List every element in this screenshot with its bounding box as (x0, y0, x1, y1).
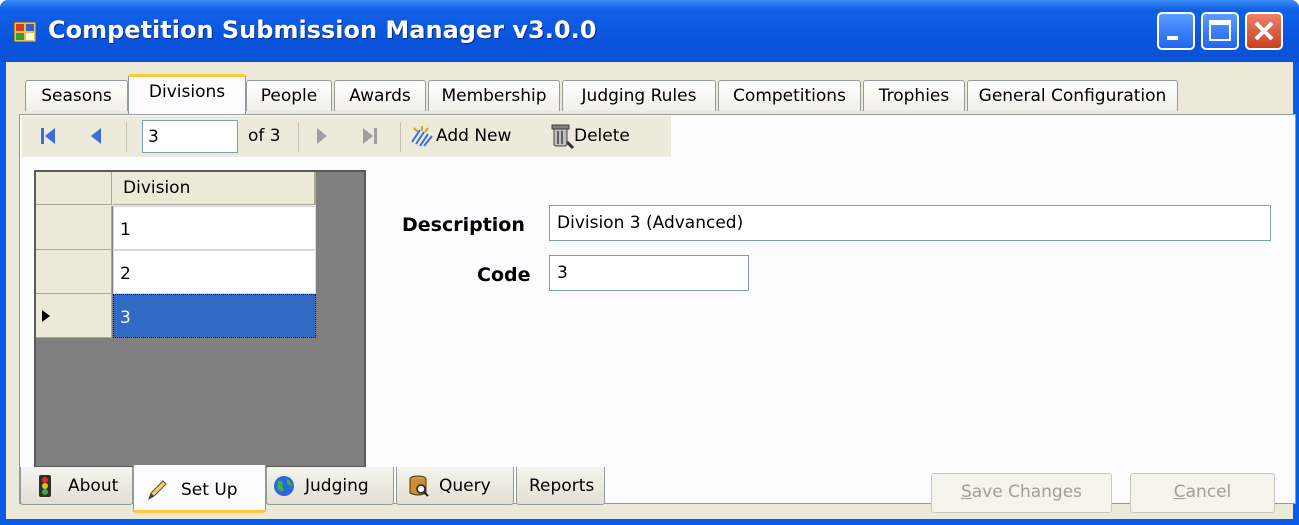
grid-cell-selected[interactable]: 3 (113, 294, 316, 338)
move-next-icon[interactable] (310, 122, 334, 150)
row-header[interactable] (36, 250, 112, 294)
cancel-button[interactable]: Cancel (1130, 473, 1275, 513)
tab-label: General Configuration (978, 86, 1167, 106)
tab-label: Membership (441, 86, 547, 106)
add-new-icon (411, 126, 433, 147)
move-first-icon[interactable] (36, 122, 60, 150)
count-label: of 3 (248, 126, 281, 146)
binding-navigator: 3 of 3 Add New Delete (22, 116, 671, 157)
tab-reports[interactable]: Reports (516, 467, 605, 505)
tab-people[interactable]: People (246, 80, 332, 111)
maximize-button[interactable] (1201, 12, 1239, 50)
current-row-arrow-icon (42, 310, 50, 322)
position-input[interactable]: 3 (142, 120, 238, 153)
tab-label: Divisions (148, 82, 226, 102)
app-window: Competition Submission Manager v3.0.0 Se… (0, 0, 1299, 525)
description-label: Description (402, 214, 525, 236)
close-icon (1254, 21, 1274, 41)
tab-label: About (68, 476, 119, 496)
tab-label: Query (439, 476, 491, 496)
delete-button[interactable]: Delete (574, 126, 630, 146)
tab-set-up[interactable]: Set Up (133, 465, 266, 513)
app-icon (14, 22, 36, 42)
minimize-icon (1167, 36, 1178, 40)
row-header[interactable] (36, 206, 112, 250)
tab-seasons[interactable]: Seasons (25, 80, 128, 111)
tab-query[interactable]: Query (396, 467, 514, 505)
move-last-icon[interactable] (358, 122, 382, 150)
tab-label: Seasons (41, 86, 112, 106)
toolbar-separator (400, 122, 401, 152)
cancel-label: Cancel (1173, 482, 1232, 502)
toolbar-separator (126, 122, 127, 152)
save-changes-label: Save Changes (960, 482, 1083, 502)
division-column-header[interactable]: Division (113, 172, 316, 205)
tab-label: Set Up (181, 480, 238, 500)
add-new-button[interactable]: Add New (436, 126, 511, 146)
tab-label: Reports (529, 476, 595, 496)
tab-label: Judging (305, 476, 369, 496)
tab-label: Competitions (733, 86, 846, 106)
title-bar[interactable]: Competition Submission Manager v3.0.0 (0, 0, 1299, 62)
tab-competitions[interactable]: Competitions (718, 80, 861, 111)
window-title: Competition Submission Manager v3.0.0 (48, 16, 597, 44)
traffic-light-icon (39, 475, 51, 497)
globe-icon (274, 476, 294, 496)
tab-label: Trophies (878, 86, 950, 106)
tab-label: Awards (349, 86, 411, 106)
code-field[interactable]: 3 (549, 255, 749, 291)
database-icon (409, 475, 429, 497)
client-area: Seasons Divisions People Awards Membersh… (6, 62, 1296, 519)
tab-divisions[interactable]: Divisions (128, 74, 246, 114)
pencil-icon (148, 480, 167, 501)
divisions-grid[interactable]: Division 1 2 3 (34, 170, 366, 468)
close-button[interactable] (1245, 12, 1283, 50)
save-changes-button[interactable]: Save Changes (931, 473, 1112, 513)
toolbar-separator (298, 122, 299, 152)
grid-cell[interactable]: 2 (113, 250, 316, 294)
code-label: Code (477, 264, 531, 286)
tab-general-configuration[interactable]: General Configuration (967, 80, 1178, 111)
tab-membership[interactable]: Membership (428, 80, 560, 111)
grid-header: Division (36, 172, 316, 206)
grid-cell[interactable]: 1 (113, 206, 316, 250)
move-previous-icon[interactable] (84, 122, 108, 150)
tab-label: People (260, 86, 318, 106)
delete-icon (551, 124, 575, 150)
grid-corner[interactable] (36, 172, 112, 205)
maximize-icon (1209, 20, 1231, 41)
tab-judging[interactable]: Judging (266, 467, 394, 505)
tab-label: Judging Rules (581, 86, 697, 106)
minimize-button[interactable] (1157, 12, 1195, 50)
tab-trophies[interactable]: Trophies (863, 80, 965, 111)
tab-awards[interactable]: Awards (334, 80, 426, 111)
tab-about[interactable]: About (20, 467, 133, 505)
row-header-current[interactable] (36, 294, 112, 338)
tab-judging-rules[interactable]: Judging Rules (562, 80, 716, 111)
description-field[interactable]: Division 3 (Advanced) (549, 205, 1271, 241)
